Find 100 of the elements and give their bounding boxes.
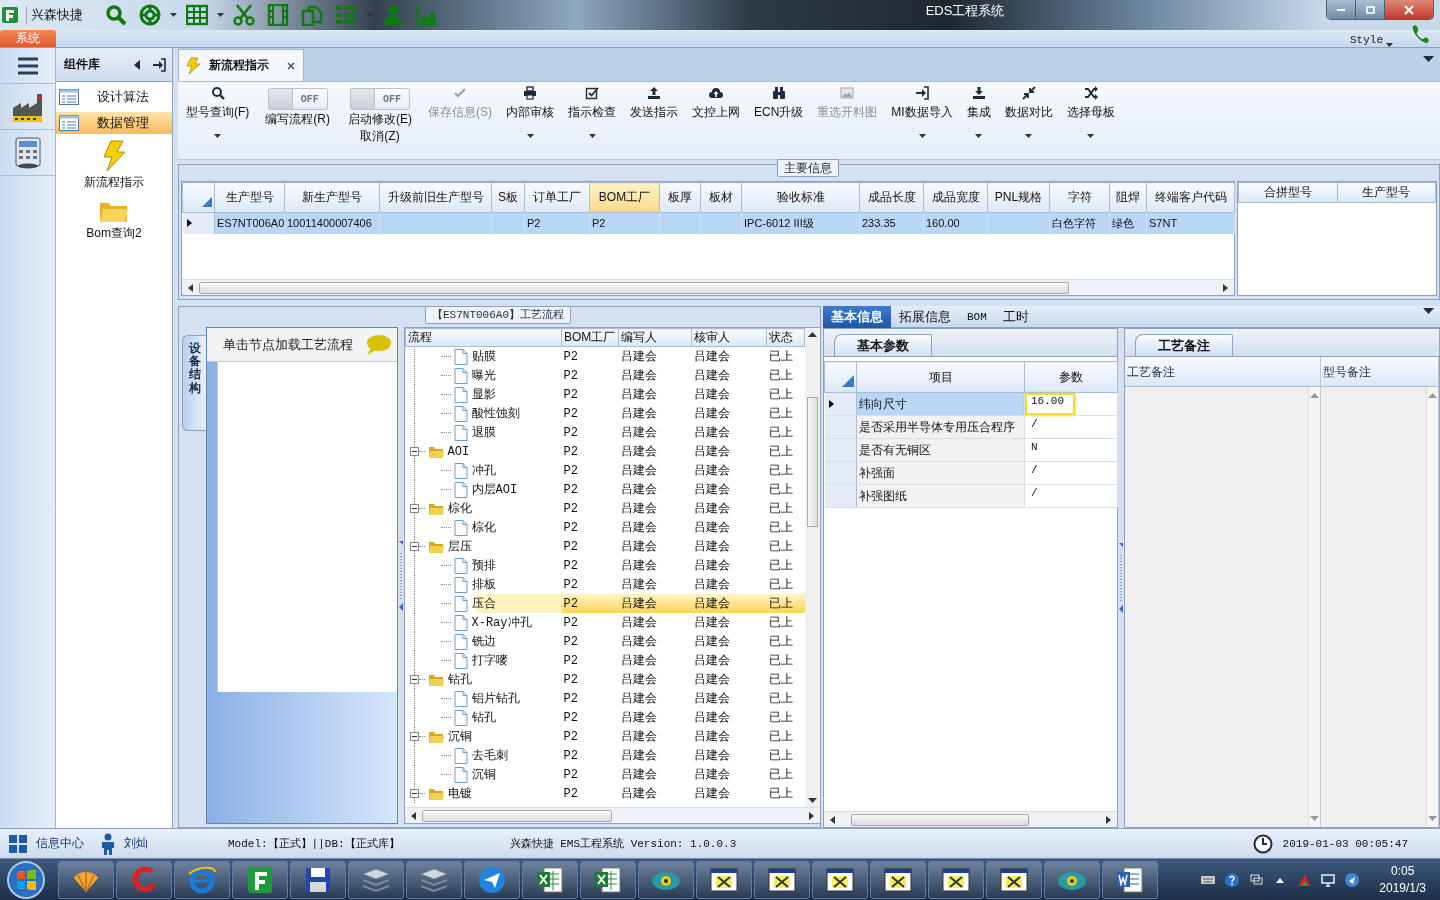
collapse-icon[interactable] [409, 447, 419, 456]
detail-tab[interactable]: 拓展信息 [891, 305, 959, 328]
scrollbar-thumb[interactable] [807, 397, 818, 527]
scissors-icon[interactable] [233, 4, 255, 26]
tree-row[interactable]: 压合 P2 吕建会 吕建会 已上 [405, 594, 805, 613]
toolbar-button[interactable]: 集成 [962, 86, 995, 147]
row-header[interactable] [824, 392, 857, 416]
tree-row[interactable]: 冲孔 P2 吕建会 吕建会 已上 [405, 461, 805, 480]
taskbar-button[interactable] [870, 860, 926, 899]
style-dropdown[interactable]: Style [1350, 34, 1383, 46]
tree-row[interactable]: 钻孔 P2 吕建会 吕建会 已上 [405, 708, 805, 727]
column-header[interactable]: 板厚 [659, 182, 701, 213]
tree-row[interactable]: 退膜 P2 吕建会 吕建会 已上 [405, 423, 805, 442]
tool-button[interactable]: Bom查询2 [86, 199, 142, 242]
scrollbar-thumb[interactable] [422, 809, 612, 822]
column-header[interactable]: 阻焊 [1109, 182, 1147, 213]
column-header[interactable]: 参数 [1024, 361, 1118, 393]
sub-tab[interactable]: 基本参数 [834, 334, 932, 356]
toolbar-button[interactable]: 内部审核 [502, 86, 558, 147]
collapse-icon[interactable] [409, 504, 419, 513]
column-header[interactable]: 型号备注 [1321, 357, 1438, 387]
tree-row[interactable]: 铣边 P2 吕建会 吕建会 已上 [405, 632, 805, 651]
tree-row[interactable]: 铝片钻孔 P2 吕建会 吕建会 已上 [405, 689, 805, 708]
collapse-icon[interactable] [409, 542, 419, 551]
tree-row[interactable]: 电镀 P2 吕建会 吕建会 已上 [405, 784, 805, 803]
column-header[interactable]: 成品长度 [859, 182, 924, 213]
tree-row[interactable]: 沉铜 P2 吕建会 吕建会 已上 [405, 727, 805, 746]
toggle-switch[interactable]: OFF [350, 88, 410, 110]
monitor-icon[interactable] [1320, 871, 1337, 888]
column-header[interactable]: 编写人 [618, 328, 692, 347]
collapse-icon[interactable] [409, 789, 419, 798]
taskbar-button[interactable] [348, 860, 404, 899]
column-header[interactable]: 升级前旧生产型号 [379, 182, 492, 213]
horizontal-scrollbar[interactable] [824, 811, 1117, 827]
vertical-scrollbar[interactable] [1308, 387, 1320, 827]
taskbar-button[interactable] [580, 860, 636, 899]
toolbar-button[interactable]: 数据对比 [1000, 86, 1057, 147]
column-header[interactable]: 核审人 [691, 328, 767, 347]
scrollbar-thumb[interactable] [199, 281, 1069, 294]
tree-row[interactable]: AOI P2 吕建会 吕建会 已上 [405, 442, 805, 461]
tree-row[interactable]: X-Ray冲孔 P2 吕建会 吕建会 已上 [405, 613, 805, 632]
taskbar-button[interactable] [1044, 860, 1100, 899]
horizontal-scrollbar[interactable] [405, 807, 820, 823]
taskbar-button[interactable] [522, 860, 578, 899]
component-item[interactable]: 数据管理 [56, 112, 172, 134]
start-button[interactable] [6, 859, 46, 900]
column-header[interactable]: 合拼型号 [1238, 182, 1337, 203]
column-header[interactable]: 项目 [856, 361, 1025, 393]
taskbar-button[interactable] [464, 860, 520, 899]
tree-row[interactable]: 预排 P2 吕建会 吕建会 已上 [405, 556, 805, 575]
clock-time[interactable]: 0:05 [1390, 862, 1415, 880]
taskbar-button[interactable] [174, 860, 230, 899]
dock-button[interactable] [152, 57, 166, 72]
column-header[interactable]: 工艺备注 [1125, 357, 1320, 387]
search-icon[interactable] [105, 4, 127, 26]
taskbar-button[interactable] [754, 860, 810, 899]
column-header[interactable]: 生产型号 [214, 182, 285, 213]
toolbar-button[interactable]: 指示检查 [564, 86, 620, 147]
collapse-icon[interactable] [409, 732, 419, 741]
document-tab[interactable]: 新流程指示 [178, 49, 304, 81]
column-header[interactable]: 状态 [766, 328, 805, 347]
dropdown-caret-icon[interactable] [1423, 55, 1434, 62]
taskbar-button[interactable] [638, 860, 694, 899]
collapse-icon[interactable] [409, 675, 419, 684]
table-icon[interactable] [186, 4, 208, 26]
tree-row[interactable]: 层压 P2 吕建会 吕建会 已上 [405, 537, 805, 556]
horizontal-scrollbar[interactable] [182, 279, 1234, 295]
collapse-button[interactable] [134, 59, 140, 70]
toolbar-button[interactable]: 文控上网 [688, 86, 744, 147]
column-header[interactable]: 流程 [405, 328, 562, 347]
taskbar-button[interactable] [1102, 860, 1158, 899]
tree-row[interactable]: 显影 P2 吕建会 吕建会 已上 [405, 385, 805, 404]
column-header[interactable]: 订单工厂 [524, 182, 590, 213]
tree-row[interactable]: 棕化 P2 吕建会 吕建会 已上 [405, 499, 805, 518]
tree-row[interactable]: 贴膜 P2 吕建会 吕建会 已上 [405, 346, 805, 366]
help-icon[interactable] [1224, 871, 1241, 888]
column-header[interactable]: 成品宽度 [923, 182, 988, 213]
tree-row[interactable]: 曝光 P2 吕建会 吕建会 已上 [405, 366, 805, 385]
tree-row[interactable]: 酸性蚀刻 P2 吕建会 吕建会 已上 [405, 404, 805, 423]
tree-row[interactable]: 打字嘜 P2 吕建会 吕建会 已上 [405, 651, 805, 670]
close-button[interactable] [1385, 0, 1433, 19]
clock-date[interactable]: 2019/1/3 [1379, 879, 1426, 897]
column-header[interactable]: S板 [491, 182, 525, 213]
toolbar-button[interactable]: ECN升级 [750, 86, 808, 147]
tree-row[interactable]: 钻孔 P2 吕建会 吕建会 已上 [405, 670, 805, 689]
column-header[interactable]: BOM工厂 [561, 328, 619, 347]
tree-row[interactable]: 沉铜 P2 吕建会 吕建会 已上 [405, 765, 805, 784]
vertical-scrollbar[interactable] [805, 328, 820, 807]
side-tab[interactable]: 设备结构 [182, 335, 206, 431]
detail-tab[interactable]: 基本信息 [823, 305, 891, 328]
taskbar-button[interactable] [290, 860, 346, 899]
column-header[interactable]: 生产型号 [1337, 182, 1436, 203]
taskbar-button[interactable] [58, 860, 114, 899]
maximize-button[interactable] [1356, 0, 1385, 19]
row-header[interactable] [182, 212, 215, 234]
tree-row[interactable]: 棕化 P2 吕建会 吕建会 已上 [405, 518, 805, 537]
toolbar-button[interactable]: MI数据导入 [887, 86, 957, 147]
column-header[interactable]: 新生产型号 [284, 182, 380, 213]
tree-row[interactable]: 内层AOI P2 吕建会 吕建会 已上 [405, 480, 805, 499]
tree-row[interactable]: 排板 P2 吕建会 吕建会 已上 [405, 575, 805, 594]
